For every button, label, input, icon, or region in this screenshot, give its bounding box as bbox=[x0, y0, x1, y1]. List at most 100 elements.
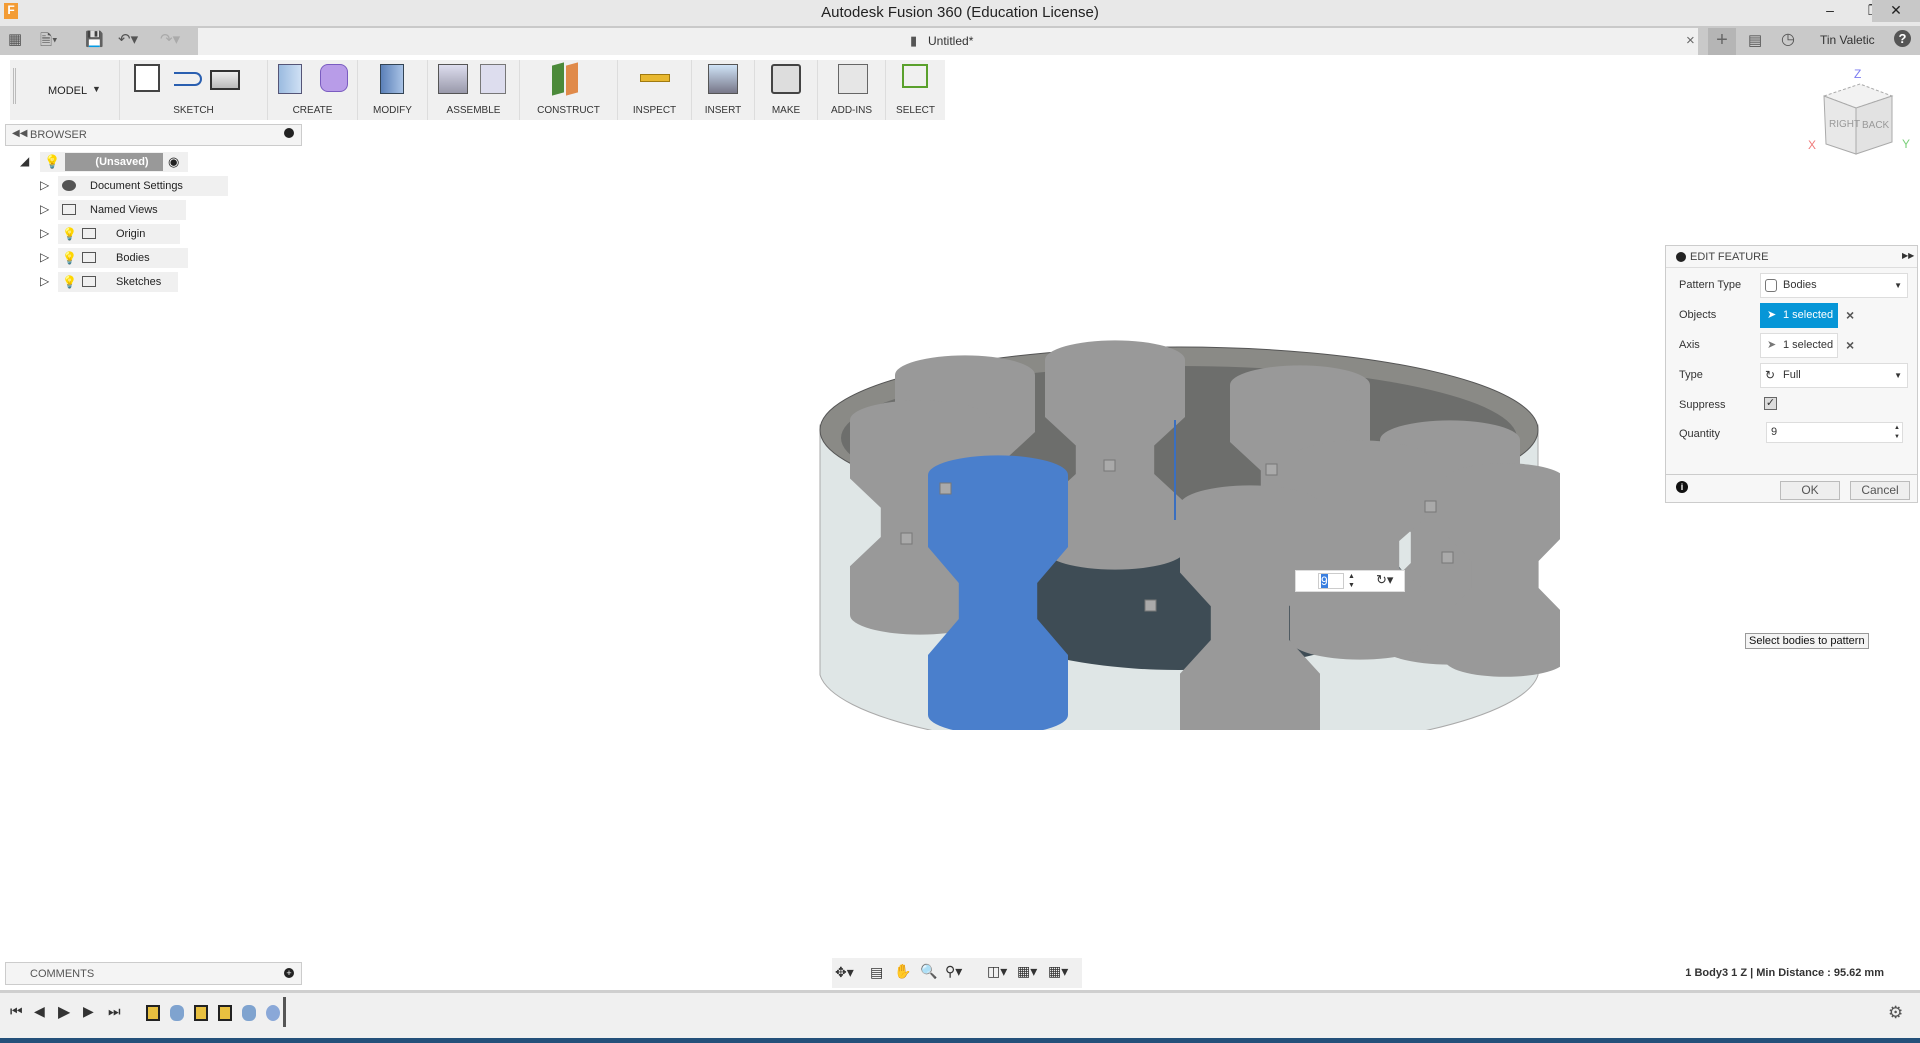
make-group[interactable]: MAKE bbox=[755, 60, 818, 120]
viewcube-right-face[interactable]: RIGHT bbox=[1829, 119, 1860, 130]
comment-icon[interactable]: ▤ bbox=[1748, 31, 1762, 49]
press-pull-icon[interactable] bbox=[380, 64, 404, 94]
timeline-pattern-icon[interactable] bbox=[266, 1005, 280, 1021]
comments-panel[interactable]: COMMENTS + bbox=[5, 962, 302, 985]
viewports-icon[interactable]: ▦▾ bbox=[1048, 963, 1068, 980]
inspect-menu[interactable]: INSPECT bbox=[618, 105, 691, 116]
offset-plane-icon[interactable] bbox=[552, 62, 564, 96]
clear-axis-icon[interactable]: × bbox=[1846, 337, 1854, 353]
joint-icon[interactable] bbox=[480, 64, 506, 94]
undo-icon[interactable]: ↶▾ bbox=[118, 30, 138, 48]
timeline-extrude-icon[interactable] bbox=[170, 1005, 184, 1021]
browser-root[interactable]: 💡 (Unsaved) ◉ bbox=[40, 152, 188, 172]
expand-comments-icon[interactable]: + bbox=[284, 968, 294, 978]
measure-icon[interactable] bbox=[640, 74, 670, 82]
go-to-end-icon[interactable]: ⏭ bbox=[108, 1003, 121, 1020]
construct-menu[interactable]: CONSTRUCT bbox=[520, 105, 617, 116]
modify-group[interactable]: MODIFY bbox=[358, 60, 428, 120]
close-tab-icon[interactable]: × bbox=[1686, 32, 1695, 49]
go-to-start-icon[interactable]: ⏮ bbox=[10, 1003, 23, 1020]
grid-settings-icon[interactable]: ▦▾ bbox=[1017, 963, 1037, 980]
clear-objects-icon[interactable]: × bbox=[1846, 307, 1854, 323]
cancel-button[interactable]: Cancel bbox=[1850, 481, 1910, 500]
rectangle-icon[interactable] bbox=[210, 70, 240, 90]
timeline-settings-gear-icon[interactable]: ⚙ bbox=[1888, 1003, 1903, 1023]
panel-header[interactable]: EDIT FEATURE ▶▶ bbox=[1666, 246, 1917, 268]
step-forward-icon[interactable]: ▶ bbox=[83, 1003, 94, 1020]
visibility-bulb-icon[interactable]: 💡 bbox=[62, 224, 77, 244]
timeline-sketch-icon[interactable] bbox=[146, 1005, 160, 1021]
extrude-icon[interactable] bbox=[278, 64, 302, 94]
assemble-group[interactable]: ASSEMBLE bbox=[428, 60, 520, 120]
construct-group[interactable]: CONSTRUCT bbox=[520, 60, 618, 120]
select-icon[interactable] bbox=[902, 64, 928, 88]
assemble-menu[interactable]: ASSEMBLE bbox=[428, 105, 519, 116]
canvas-quantity-widget[interactable]: 9 ▲ ▼ ↻▾ bbox=[1295, 570, 1405, 592]
pan-icon[interactable]: ✋ bbox=[894, 963, 911, 980]
visibility-bulb-icon[interactable]: 💡 bbox=[44, 152, 60, 172]
insert-image-icon[interactable] bbox=[708, 64, 738, 94]
browser-item[interactable]: Named Views bbox=[58, 200, 186, 220]
line-icon[interactable] bbox=[174, 72, 202, 86]
step-back-icon[interactable]: ◀ bbox=[34, 1003, 45, 1020]
user-name[interactable]: Tin Valetic bbox=[1820, 33, 1875, 47]
pattern-type-icon[interactable]: ↻▾ bbox=[1376, 572, 1393, 588]
inspect-group[interactable]: INSPECT bbox=[618, 60, 692, 120]
display-settings-icon[interactable]: ◫▾ bbox=[987, 963, 1007, 980]
info-icon[interactable]: i bbox=[1676, 481, 1688, 493]
play-icon[interactable]: ▶ bbox=[58, 1002, 70, 1022]
activate-radio-icon[interactable]: ◉ bbox=[168, 152, 179, 172]
new-tab-button[interactable]: + bbox=[1708, 28, 1736, 55]
create-menu[interactable]: CREATE bbox=[268, 105, 357, 116]
visibility-bulb-icon[interactable]: 💡 bbox=[62, 272, 77, 292]
add-ins-group[interactable]: ADD-INS bbox=[818, 60, 886, 120]
help-icon[interactable]: ? bbox=[1894, 30, 1911, 47]
minimize-button[interactable]: – bbox=[1808, 0, 1852, 22]
modify-menu[interactable]: MODIFY bbox=[358, 105, 427, 116]
browser-header[interactable]: ◀◀ BROWSER bbox=[5, 124, 302, 146]
canvas-quantity-input[interactable]: 9 bbox=[1318, 573, 1344, 589]
apps-grid-icon[interactable]: ▦ bbox=[8, 30, 22, 48]
create-form-icon[interactable] bbox=[320, 64, 348, 92]
collapse-root-icon[interactable]: ◢ bbox=[20, 154, 29, 168]
save-icon[interactable]: 💾 bbox=[85, 30, 104, 48]
expand-1-icon[interactable]: ▷ bbox=[40, 202, 49, 216]
objects-selector[interactable]: ➤ 1 selected bbox=[1760, 303, 1838, 328]
pattern-type-dropdown[interactable]: Bodies ▼ bbox=[1760, 273, 1908, 298]
sketch-group[interactable]: SKETCH bbox=[120, 60, 268, 120]
viewcube-back-face[interactable]: BACK bbox=[1862, 120, 1890, 131]
select-menu[interactable]: SELECT bbox=[886, 105, 945, 116]
job-status-clock-icon[interactable]: ◷ bbox=[1781, 29, 1795, 49]
timeline-marker[interactable] bbox=[283, 997, 286, 1027]
add-ins-menu[interactable]: ADD-INS bbox=[818, 105, 885, 116]
fit-icon[interactable]: ⚲▾ bbox=[945, 963, 962, 980]
collapse-browser-icon[interactable]: ◀◀ bbox=[12, 128, 27, 139]
new-component-icon[interactable] bbox=[438, 64, 468, 94]
redo-icon[interactable]: ↷▾ bbox=[160, 30, 180, 48]
viewcube[interactable]: RIGHT BACK Z X Y bbox=[1800, 62, 1920, 172]
look-at-icon[interactable]: ▤ bbox=[870, 964, 883, 981]
document-tab[interactable]: ▮ Untitled* × bbox=[198, 28, 1698, 55]
expand-0-icon[interactable]: ▷ bbox=[40, 178, 49, 192]
panel-collapse-icon[interactable] bbox=[1676, 252, 1686, 262]
workspace-switcher[interactable]: MODEL ▼ bbox=[10, 60, 120, 120]
visibility-bulb-icon[interactable]: 💡 bbox=[62, 248, 77, 268]
type-dropdown[interactable]: ↻ Full ▼ bbox=[1760, 363, 1908, 388]
3d-print-icon[interactable] bbox=[771, 64, 801, 94]
create-group[interactable]: CREATE bbox=[268, 60, 358, 120]
timeline-extrude-icon[interactable] bbox=[242, 1005, 256, 1021]
quantity-spinner[interactable]: ▲ ▼ bbox=[1348, 572, 1355, 590]
expand-panel-icon[interactable]: ▶▶ bbox=[1902, 251, 1914, 260]
make-menu[interactable]: MAKE bbox=[755, 105, 817, 116]
browser-item[interactable]: 💡 Sketches bbox=[58, 272, 178, 292]
suppress-checkbox[interactable]: ✓ bbox=[1764, 397, 1777, 410]
axis-selector[interactable]: ➤ 1 selected bbox=[1760, 333, 1838, 358]
create-sketch-icon[interactable] bbox=[134, 64, 160, 92]
browser-item[interactable]: 💡 Origin bbox=[58, 224, 180, 244]
sketch-menu[interactable]: SKETCH bbox=[120, 105, 267, 116]
select-group[interactable]: SELECT bbox=[886, 60, 945, 120]
browser-item[interactable]: Document Settings bbox=[58, 176, 228, 196]
orbit-icon[interactable]: ✥▾ bbox=[835, 964, 854, 981]
insert-group[interactable]: INSERT bbox=[692, 60, 755, 120]
expand-3-icon[interactable]: ▷ bbox=[40, 250, 49, 264]
